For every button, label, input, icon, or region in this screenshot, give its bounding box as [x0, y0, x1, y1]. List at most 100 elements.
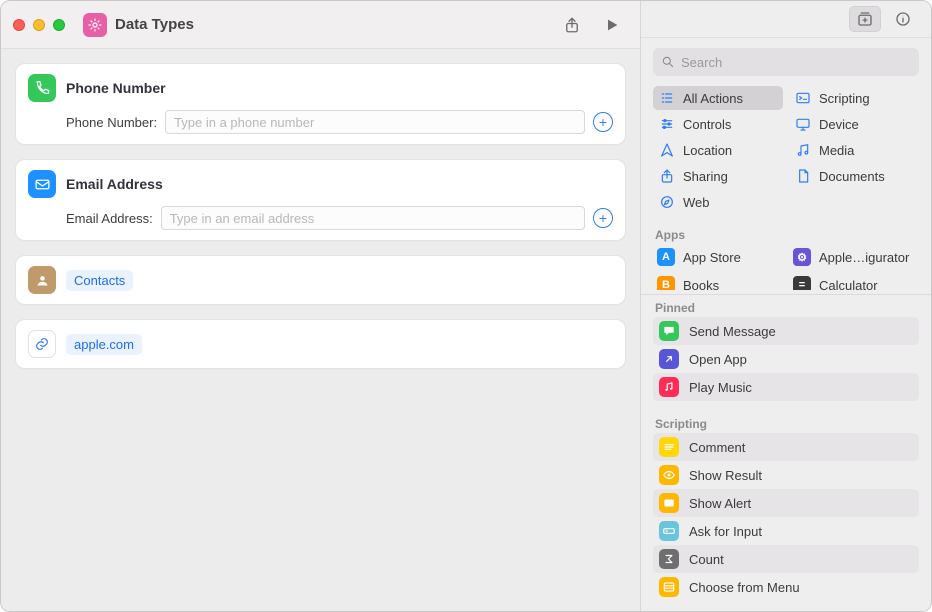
list-item-label: Choose from Menu: [689, 580, 800, 595]
pinned-list: Send Message Open App Play Music: [641, 317, 931, 411]
category-sharing[interactable]: Sharing: [653, 164, 783, 188]
action-email-address[interactable]: Email Address Email Address: +: [15, 159, 626, 241]
minimize-button[interactable]: [33, 19, 45, 31]
app-icon: A: [657, 248, 675, 266]
action-contacts[interactable]: Contacts: [15, 255, 626, 305]
document-icon: [795, 168, 811, 184]
compass-icon: [659, 194, 675, 210]
app-label: Apple…igurator: [819, 250, 909, 265]
window-controls: [13, 19, 65, 31]
music-icon: [795, 142, 811, 158]
action-header: Phone Number: [28, 74, 613, 102]
share-button[interactable]: [556, 12, 588, 38]
open-icon: [659, 349, 679, 369]
app-icon: B: [657, 276, 675, 290]
scripting-action[interactable]: Show Result: [653, 461, 919, 489]
list-item-label: Show Result: [689, 468, 762, 483]
shortcut-icon: [83, 13, 107, 37]
zoom-button[interactable]: [53, 19, 65, 31]
editor-pane: Data Types Phone Number Phone Number:: [1, 1, 641, 611]
app-label: App Store: [683, 250, 741, 265]
pinned-action[interactable]: Send Message: [653, 317, 919, 345]
action-url[interactable]: apple.com: [15, 319, 626, 369]
scripting-action[interactable]: Ask for Input: [653, 517, 919, 545]
app-item[interactable]: A App Store: [653, 244, 783, 270]
pinned-action[interactable]: Open App: [653, 345, 919, 373]
close-button[interactable]: [13, 19, 25, 31]
phone-number-input[interactable]: [165, 110, 585, 134]
app-window: Data Types Phone Number Phone Number:: [0, 0, 932, 612]
pinned-header: Pinned: [641, 295, 931, 317]
category-documents[interactable]: Documents: [789, 164, 919, 188]
sliders-icon: [659, 116, 675, 132]
category-label: Web: [683, 195, 710, 210]
music-icon: [659, 377, 679, 397]
category-device[interactable]: Device: [789, 112, 919, 136]
action-title: Phone Number: [66, 80, 166, 96]
link-icon: [28, 330, 56, 358]
list-item-label: Comment: [689, 440, 745, 455]
category-label: All Actions: [683, 91, 743, 106]
mail-icon: [28, 170, 56, 198]
app-label: Books: [683, 278, 719, 290]
add-variable-button[interactable]: +: [593, 112, 613, 132]
category-label: Controls: [683, 117, 731, 132]
scripting-actions-list: Comment Show Result Show AlertAsk for Inpu…: [641, 433, 931, 611]
workflow-canvas[interactable]: Phone Number Phone Number: + Email Addre…: [1, 49, 640, 611]
list-item-label: Open App: [689, 352, 747, 367]
url-chip[interactable]: apple.com: [66, 334, 142, 355]
run-button[interactable]: [596, 12, 628, 38]
list-item-label: Count: [689, 552, 724, 567]
category-media[interactable]: Media: [789, 138, 919, 162]
window-title: Data Types: [115, 16, 194, 33]
pinned-action[interactable]: Play Music: [653, 373, 919, 401]
library-toggle-button[interactable]: [849, 6, 881, 32]
lines-icon: [659, 437, 679, 457]
category-controls[interactable]: Controls: [653, 112, 783, 136]
msg-icon: [659, 321, 679, 341]
action-phone-number[interactable]: Phone Number Phone Number: +: [15, 63, 626, 145]
scripting-action[interactable]: Show Alert: [653, 489, 919, 517]
category-location[interactable]: Location: [653, 138, 783, 162]
app-icon: ⚙: [793, 248, 811, 266]
category-label: Sharing: [683, 169, 728, 184]
scripting-action[interactable]: Choose from Menu: [653, 573, 919, 601]
info-button[interactable]: [887, 6, 919, 32]
app-icon: =: [793, 276, 811, 290]
apps-grid: A App Store ⚙ Apple…igurator B Books = Calculat…: [641, 244, 931, 290]
category-label: Media: [819, 143, 854, 158]
category-all[interactable]: All Actions: [653, 86, 783, 110]
apps-header: Apps: [641, 222, 931, 244]
library-sidebar: All Actions Scripting Controls Device Locati…: [641, 1, 931, 611]
input-icon: [659, 521, 679, 541]
search-input[interactable]: [681, 55, 911, 70]
app-item[interactable]: ⚙ Apple…igurator: [789, 244, 919, 270]
action-title: Email Address: [66, 176, 163, 192]
search-field-wrap[interactable]: [653, 48, 919, 76]
scripting-action[interactable]: Count: [653, 545, 919, 573]
contacts-chip[interactable]: Contacts: [66, 270, 133, 291]
add-variable-button[interactable]: +: [593, 208, 613, 228]
search-icon: [661, 55, 675, 69]
app-item[interactable]: = Calculator: [789, 272, 919, 290]
list-icon: [659, 90, 675, 106]
list-item-label: Play Music: [689, 380, 752, 395]
scripting-action[interactable]: Comment: [653, 433, 919, 461]
action-header: Email Address: [28, 170, 613, 198]
sidebar-toolbar: [641, 1, 931, 38]
list-item-label: Send Message: [689, 324, 776, 339]
category-label: Location: [683, 143, 732, 158]
param-label: Email Address:: [66, 211, 153, 226]
app-item[interactable]: B Books: [653, 272, 783, 290]
category-label: Device: [819, 117, 859, 132]
category-scripting[interactable]: Scripting: [789, 86, 919, 110]
app-label: Calculator: [819, 278, 878, 290]
titlebar: Data Types: [1, 1, 640, 49]
category-label: Documents: [819, 169, 885, 184]
category-web[interactable]: Web: [653, 190, 783, 214]
nav-icon: [659, 142, 675, 158]
contacts-icon: [28, 266, 56, 294]
eye-icon: [659, 465, 679, 485]
email-address-input[interactable]: [161, 206, 585, 230]
terminal-icon: [795, 90, 811, 106]
